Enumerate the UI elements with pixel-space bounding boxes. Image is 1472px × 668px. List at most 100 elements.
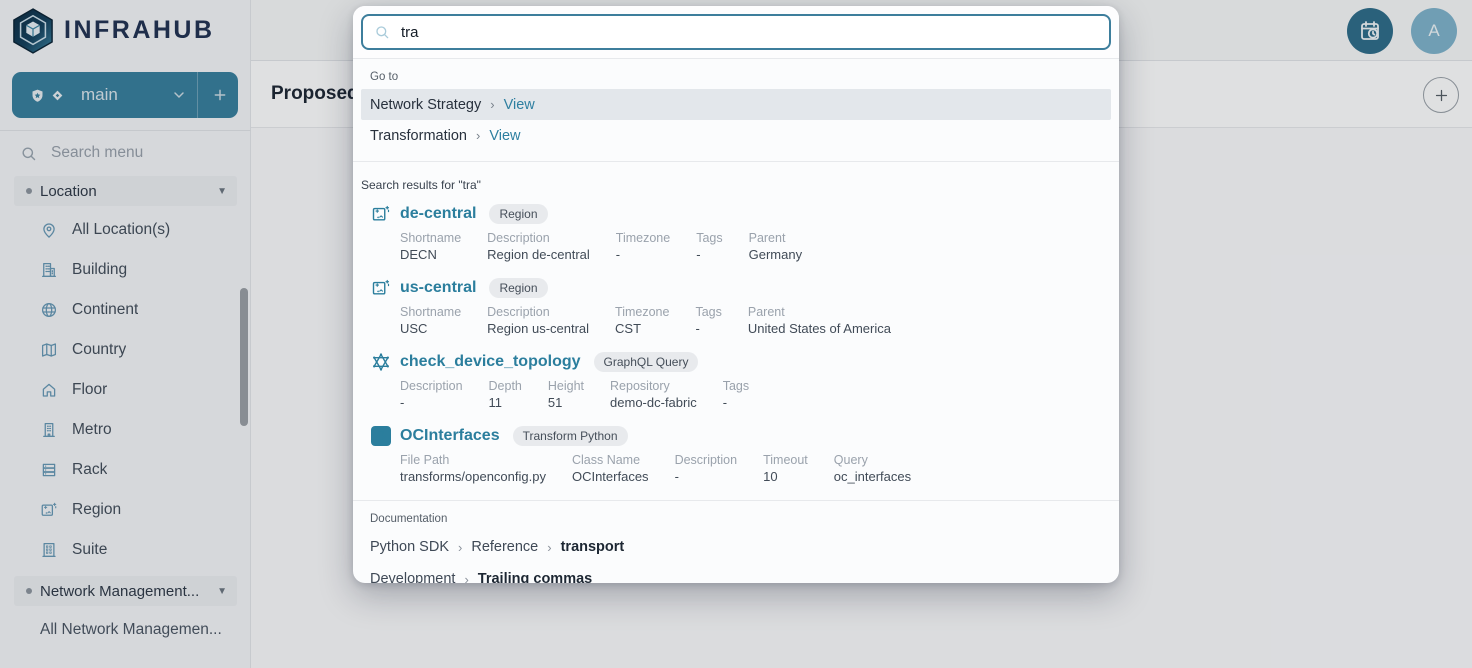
global-search-modal: Go to Network Strategy›ViewTransformatio… <box>353 6 1119 583</box>
field-label: Description <box>400 379 463 393</box>
result-field: Parent Germany <box>749 231 802 262</box>
field-value: - <box>675 469 738 484</box>
result-fields: File Pathtransforms/openconfig.py Class N… <box>400 453 1111 484</box>
field-label: Repository <box>610 379 697 393</box>
result-field: Parent United States of America <box>748 305 891 336</box>
goto-view-link[interactable]: View <box>504 97 535 113</box>
field-value: 10 <box>763 469 808 484</box>
field-value: CST <box>615 321 669 336</box>
field-label: Query <box>834 453 911 467</box>
transform-python-icon: {} <box>371 426 391 446</box>
result-kind-badge: Region <box>489 278 547 298</box>
field-value: Region us-central <box>487 321 589 336</box>
goto-path-label: Network Strategy <box>370 97 481 113</box>
result-field: Timeout 10 <box>763 453 808 484</box>
result-header: {}OCInterfacesTransform Python <box>371 426 1111 446</box>
global-search-input[interactable] <box>401 24 1098 41</box>
field-value: United States of America <box>748 321 891 336</box>
chevron-right-separator: › <box>547 540 551 555</box>
field-label: Shortname <box>400 231 461 245</box>
search-result-entry[interactable]: check_device_topology GraphQL Query Descri… <box>353 342 1119 416</box>
result-title-link[interactable]: de-central <box>400 205 476 223</box>
result-field: Timezone- <box>616 231 670 262</box>
goto-path-label: Transformation <box>370 128 467 144</box>
modal-divider <box>353 161 1119 162</box>
field-label: Description <box>487 231 590 245</box>
field-value: Germany <box>749 247 802 262</box>
result-field: Description - <box>400 379 463 410</box>
results-section-label: Search results for "tra" <box>361 178 1111 192</box>
field-label: Timezone <box>615 305 669 319</box>
goto-row[interactable]: Network Strategy › View <box>361 89 1111 120</box>
documentation-list: Python SDK›Reference›transportDevelopmen… <box>353 531 1119 583</box>
result-kind-badge: GraphQL Query <box>594 352 699 372</box>
doc-target-label: transport <box>561 539 625 555</box>
field-value: oc_interfaces <box>834 469 911 484</box>
result-kind-badge: Region <box>489 204 547 224</box>
field-value: - <box>696 247 722 262</box>
field-label: Height <box>548 379 584 393</box>
field-value: USC <box>400 321 461 336</box>
result-fields: Shortname DECN DescriptionRegion de-centra… <box>400 231 1111 262</box>
goto-list: Network Strategy › View Transformation › View <box>353 89 1119 151</box>
result-field: Tags- <box>695 305 721 336</box>
result-title-link[interactable]: check_device_topology <box>400 353 581 371</box>
result-field: Description Region us-central <box>487 305 589 336</box>
graphql-icon <box>371 352 391 372</box>
search-result-entry[interactable]: {}OCInterfacesTransform PythonFile Patht… <box>353 416 1119 490</box>
result-fields: Description - Depth 11 Height 51 Repository dem… <box>400 379 1111 410</box>
chevron-right-separator: › <box>464 572 468 584</box>
field-label: Description <box>487 305 589 319</box>
field-label: Timeout <box>763 453 808 467</box>
result-field: Height 51 <box>548 379 584 410</box>
field-label: Parent <box>749 231 802 245</box>
chevron-right-separator: › <box>458 540 462 555</box>
modal-divider <box>353 500 1119 501</box>
result-field: Depth 11 <box>489 379 522 410</box>
result-field: Repository demo-dc-fabric <box>610 379 697 410</box>
result-title-link[interactable]: OCInterfaces <box>400 427 500 445</box>
results-list: de-central Region Shortname DECN Description… <box>353 194 1119 490</box>
field-label: Tags <box>723 379 749 393</box>
goto-row[interactable]: Transformation › View <box>361 120 1111 151</box>
field-value: - <box>723 395 749 410</box>
field-label: Parent <box>748 305 891 319</box>
result-field: DescriptionRegion de-central <box>487 231 590 262</box>
documentation-row[interactable]: Python SDK›Reference›transport <box>361 531 1111 563</box>
goto-view-link[interactable]: View <box>489 128 520 144</box>
chevron-right-separator: › <box>490 97 494 112</box>
field-label: Class Name <box>572 453 649 467</box>
field-value: 11 <box>489 395 522 410</box>
field-value: - <box>616 247 670 262</box>
field-value: - <box>400 395 463 410</box>
result-field: Description - <box>675 453 738 484</box>
doc-crumb-label: Python SDK <box>370 539 449 555</box>
field-label: Shortname <box>400 305 461 319</box>
chevron-right-separator: › <box>476 128 480 143</box>
goto-section-label: Go to <box>370 71 1102 83</box>
result-field: File Pathtransforms/openconfig.py <box>400 453 546 484</box>
field-label: Description <box>675 453 738 467</box>
result-title-link[interactable]: us-central <box>400 279 476 297</box>
field-value: demo-dc-fabric <box>610 395 697 410</box>
result-field: Timezone CST <box>615 305 669 336</box>
result-field: Shortname USC <box>400 305 461 336</box>
result-field: Class Name OCInterfaces <box>572 453 649 484</box>
search-icon <box>374 24 390 40</box>
result-field: Tags - <box>723 379 749 410</box>
search-result-entry[interactable]: de-central Region Shortname DECN Description… <box>353 194 1119 268</box>
region-icon <box>371 278 391 298</box>
field-label: Depth <box>489 379 522 393</box>
field-label: Tags <box>696 231 722 245</box>
search-result-entry[interactable]: us-central Region Shortname USC Description R… <box>353 268 1119 342</box>
doc-crumb-label: Development <box>370 571 455 583</box>
documentation-row[interactable]: Development › Trailing commas <box>361 563 1111 583</box>
doc-target-label: Trailing commas <box>478 571 592 583</box>
global-search-field[interactable] <box>361 14 1111 50</box>
field-value: transforms/openconfig.py <box>400 469 546 484</box>
result-field: Tags - <box>696 231 722 262</box>
field-value: OCInterfaces <box>572 469 649 484</box>
result-field: Query oc_interfaces <box>834 453 911 484</box>
field-value: DECN <box>400 247 461 262</box>
field-value: 51 <box>548 395 584 410</box>
